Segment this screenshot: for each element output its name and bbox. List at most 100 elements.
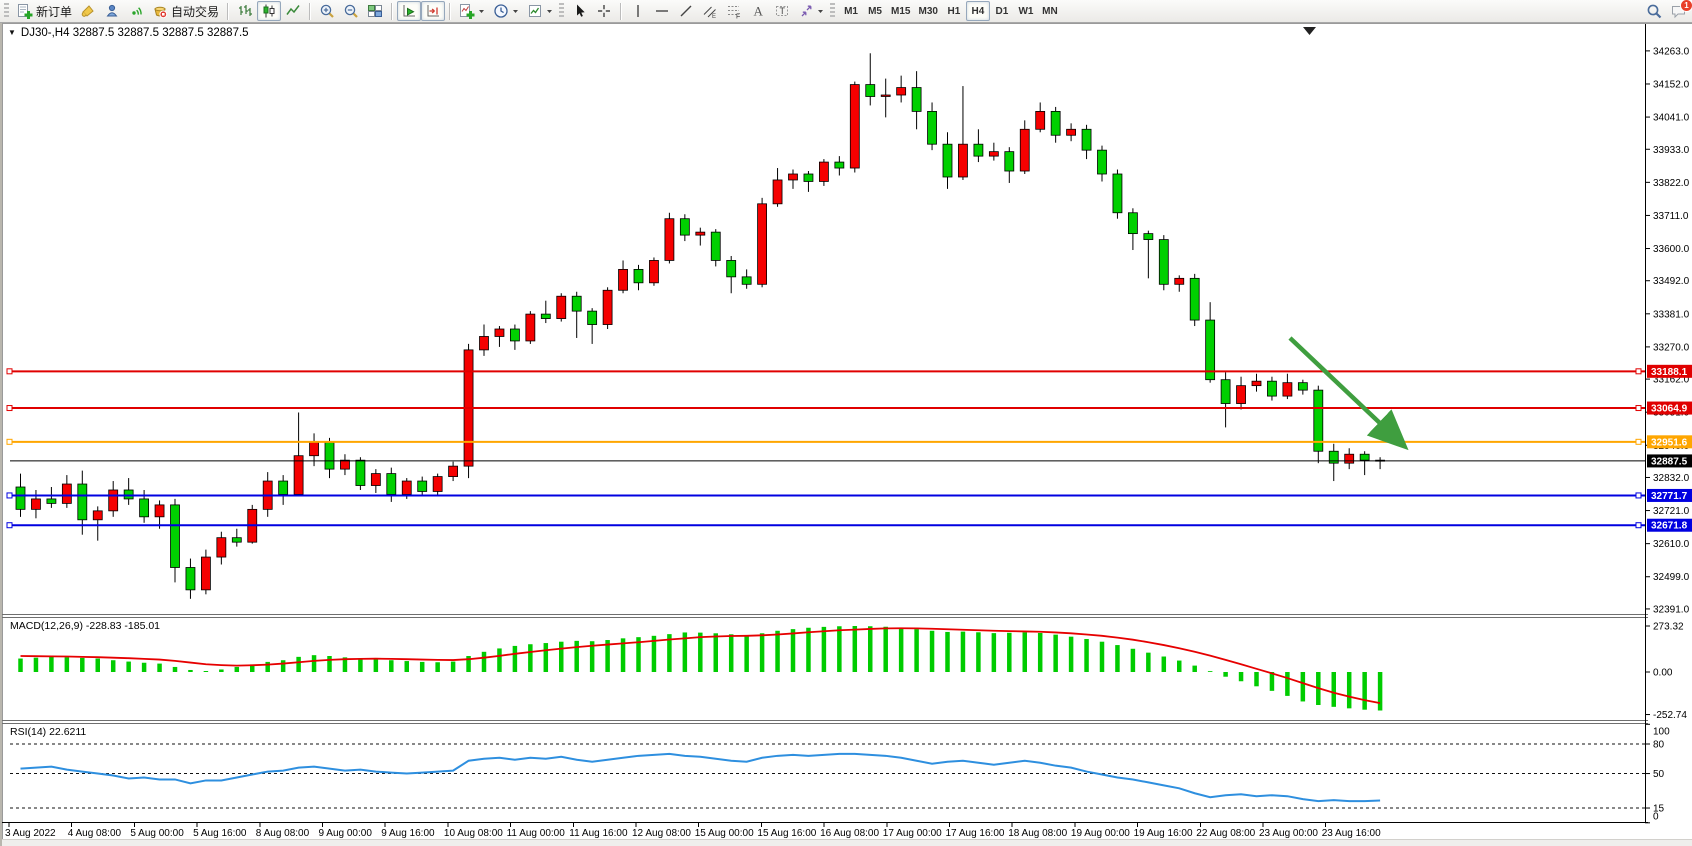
- time-tick: 4 Aug 08:00: [68, 828, 122, 839]
- caret-down-icon: [512, 3, 519, 19]
- timeframe-w1[interactable]: W1: [1014, 1, 1038, 21]
- profile-button[interactable]: [100, 1, 124, 21]
- timeframe-h4[interactable]: H4: [966, 1, 990, 21]
- price-tick: 33492.0: [1653, 276, 1690, 287]
- time-tick: 3 Aug 2022: [5, 828, 56, 839]
- trendline-button[interactable]: [674, 1, 698, 21]
- chat-button[interactable]: 1: [1666, 1, 1690, 21]
- search-button[interactable]: [1642, 1, 1666, 21]
- time-tick: 19 Aug 00:00: [1071, 828, 1130, 839]
- chart-title-text: DJ30-,H4 32887.5 32887.5 32887.5 32887.5: [21, 27, 249, 39]
- clock-icon: [493, 3, 509, 19]
- rsi-label: RSI(14) 22.6211: [10, 726, 86, 738]
- price-line-badge: 32671.8: [1651, 521, 1688, 532]
- price-tick: 32499.0: [1653, 572, 1690, 583]
- toolbar-grip[interactable]: [559, 3, 564, 19]
- time-tick: 11 Aug 00:00: [507, 828, 566, 839]
- paint-icon: [80, 3, 96, 19]
- timeframe-m30[interactable]: M30: [914, 1, 941, 21]
- macd-tick: 0.00: [1653, 668, 1673, 679]
- text-label-button[interactable]: T: [770, 1, 794, 21]
- horizontal-line-icon: [654, 3, 670, 19]
- timeframe-d1-label: D1: [996, 6, 1009, 17]
- horizontal-line-33188.1[interactable]: 33188.1: [7, 365, 1692, 378]
- trend-arrow[interactable]: [1290, 338, 1402, 444]
- svg-text:A: A: [754, 4, 764, 19]
- chart-title: ▼ DJ30-,H4 32887.5 32887.5 32887.5 32887…: [8, 27, 249, 39]
- horizontal-line-32671.8[interactable]: 32671.8: [7, 519, 1692, 532]
- fibonacci-icon: F: [726, 3, 742, 19]
- vertical-line-button[interactable]: [626, 1, 650, 21]
- text-icon: A: [750, 3, 766, 19]
- timeframe-d1[interactable]: D1: [990, 1, 1014, 21]
- chart-shift-marker[interactable]: [1303, 27, 1316, 35]
- svg-text:E: E: [712, 14, 716, 19]
- toolbar-separator: [309, 3, 311, 20]
- styles-button[interactable]: [76, 1, 100, 21]
- horizontal-line-32771.7[interactable]: 32771.7: [7, 489, 1692, 502]
- horizontal-line-33064.9[interactable]: 33064.9: [7, 402, 1692, 415]
- price-line-badge: 32771.7: [1651, 491, 1688, 502]
- time-tick: 12 Aug 08:00: [632, 828, 691, 839]
- cursor-button[interactable]: [568, 1, 592, 21]
- channel-icon: E: [702, 3, 718, 19]
- periods-button[interactable]: [489, 1, 523, 21]
- time-tick: 23 Aug 00:00: [1259, 828, 1318, 839]
- quote-dropdown-icon[interactable]: ▼: [8, 29, 16, 37]
- indicators-button[interactable]: [455, 1, 489, 21]
- timeframe-m5[interactable]: M5: [863, 1, 887, 21]
- price-tick: 33381.0: [1653, 309, 1690, 320]
- timeframe-m1-label: M1: [844, 6, 858, 17]
- text-button[interactable]: A: [746, 1, 770, 21]
- timeframe-m15-label: M15: [891, 6, 910, 17]
- timeframe-m1[interactable]: M1: [839, 1, 863, 21]
- macd-tick: -252.74: [1653, 710, 1687, 721]
- chart-shift-icon: [425, 3, 441, 19]
- tile-windows-button[interactable]: [363, 1, 387, 21]
- rsi-tick: 50: [1653, 769, 1665, 780]
- toolbar-separator: [449, 3, 451, 20]
- notification-badge: 1: [1680, 0, 1692, 12]
- fibonacci-button[interactable]: F: [722, 1, 746, 21]
- caret-down-icon: [817, 3, 824, 19]
- line-chart-button[interactable]: [281, 1, 305, 21]
- trendline-icon: [678, 3, 694, 19]
- candlestick-button[interactable]: [257, 1, 281, 21]
- time-tick: 11 Aug 16:00: [569, 828, 628, 839]
- arrows-button[interactable]: [794, 1, 828, 21]
- price-tick: 34152.0: [1653, 79, 1690, 90]
- time-tick: 18 Aug 08:00: [1008, 828, 1067, 839]
- horizontal-line-32951.6[interactable]: 32951.6: [7, 435, 1692, 448]
- zoom-in-button[interactable]: [315, 1, 339, 21]
- channel-button[interactable]: E: [698, 1, 722, 21]
- price-tick: 32610.0: [1653, 539, 1690, 550]
- new-order-icon: [17, 3, 33, 19]
- crosshair-button[interactable]: [592, 1, 616, 21]
- horizontal-line-32887.5[interactable]: 32887.5: [10, 454, 1692, 467]
- price-chart[interactable]: 34263.034152.034041.033933.033822.033711…: [2, 23, 1692, 846]
- autotrade-button[interactable]: 自动交易: [148, 1, 223, 21]
- time-tick: 5 Aug 00:00: [130, 828, 184, 839]
- chart-shift-button[interactable]: [421, 1, 445, 21]
- timeframe-m5-label: M5: [868, 6, 882, 17]
- timeframe-m15[interactable]: M15: [887, 1, 914, 21]
- toolbar-grip[interactable]: [4, 3, 9, 19]
- toolbar-separator: [227, 3, 229, 20]
- chart-window[interactable]: 34263.034152.034041.033933.033822.033711…: [0, 23, 1692, 846]
- timeframe-h1[interactable]: H1: [942, 1, 966, 21]
- rsi-line: [21, 754, 1381, 801]
- arrows-icon: [798, 3, 814, 19]
- templates-button[interactable]: [523, 1, 557, 21]
- timeframe-w1-label: W1: [1018, 6, 1033, 17]
- horizontal-line-button[interactable]: [650, 1, 674, 21]
- toolbar-separator: [391, 3, 393, 20]
- new-order-button[interactable]: 新订单: [13, 1, 76, 21]
- zoom-out-button[interactable]: [339, 1, 363, 21]
- caret-down-icon: [546, 3, 553, 19]
- price-tick: 34263.0: [1653, 46, 1690, 57]
- toolbar-grip[interactable]: [830, 3, 835, 19]
- bar-chart-button[interactable]: [233, 1, 257, 21]
- timeframe-mn[interactable]: MN: [1038, 1, 1062, 21]
- auto-scroll-button[interactable]: [397, 1, 421, 21]
- signal-button[interactable]: [124, 1, 148, 21]
